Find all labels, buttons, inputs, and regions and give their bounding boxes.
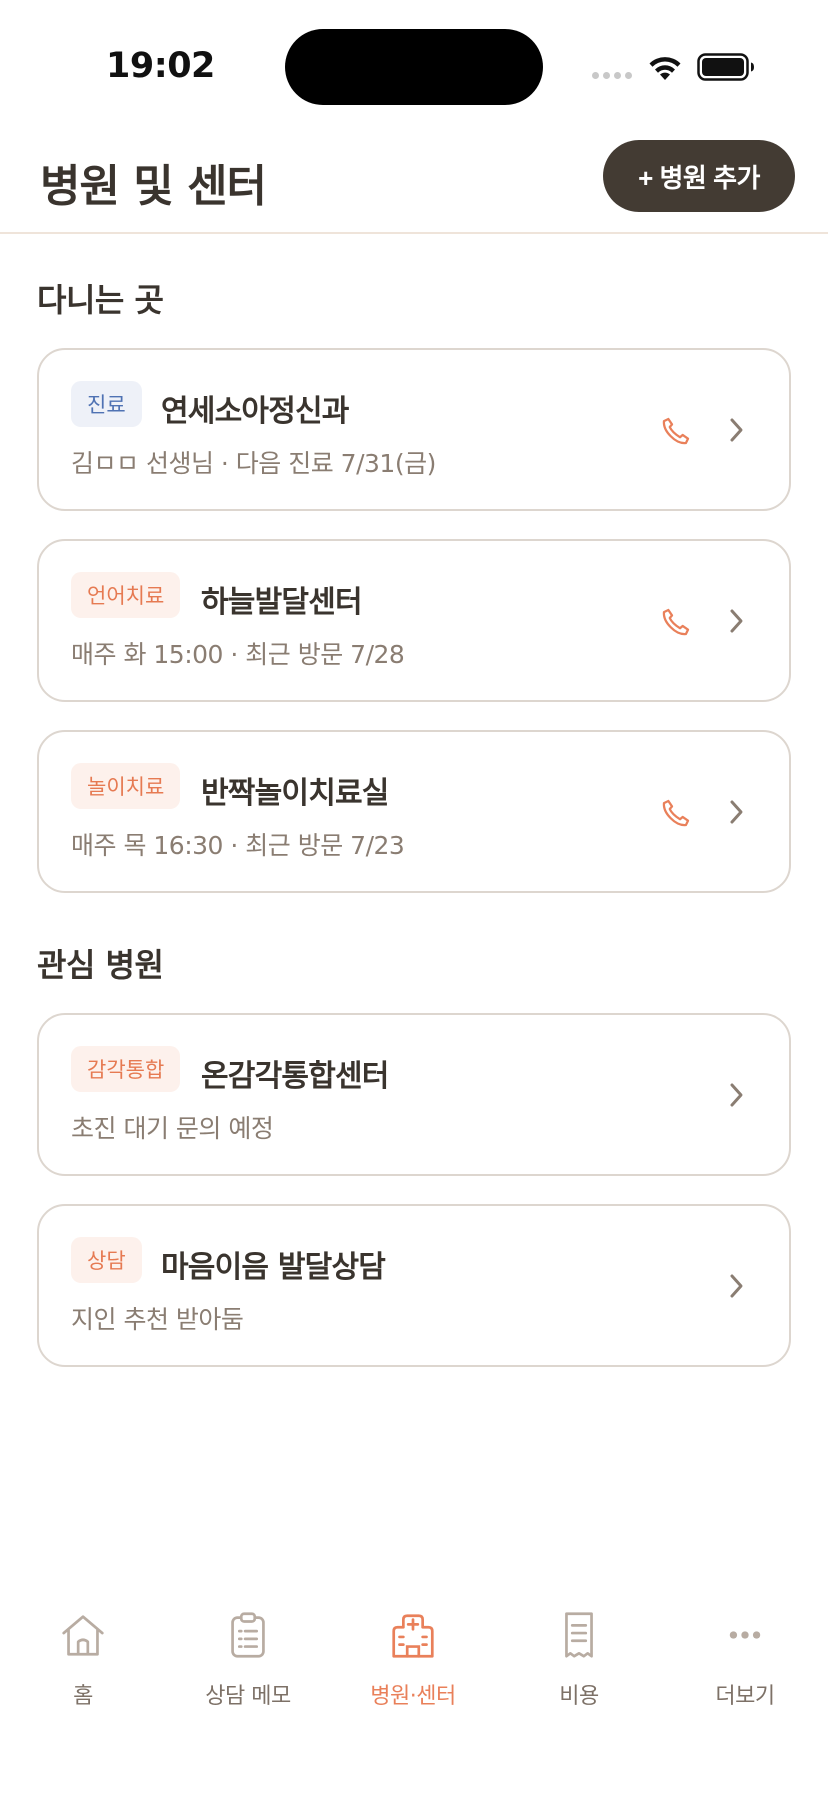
tab-more[interactable]: 더보기 bbox=[675, 1590, 815, 1710]
hospital-name: 온감각통합센터 bbox=[201, 1059, 389, 1094]
hospital-card[interactable]: 감각통합 온감각통합센터 초진 대기 문의 예정 bbox=[37, 1013, 791, 1176]
section-title-current: 다니는 곳 bbox=[37, 281, 164, 319]
tab-label: 홈 bbox=[73, 1684, 93, 1709]
category-tag: 놀이치료 bbox=[71, 763, 181, 809]
more-icon bbox=[729, 1631, 761, 1639]
tab-label: 상담 메모 bbox=[205, 1684, 291, 1709]
category-tag: 상담 bbox=[71, 1237, 142, 1283]
page-title: 병원 및 센터 bbox=[40, 161, 267, 212]
header: 병원 및 센터 + 병원 추가 bbox=[0, 120, 828, 234]
category-tag: 감각통합 bbox=[71, 1046, 181, 1092]
hospital-card[interactable]: 진료 연세소아정신과 김ㅁㅁ 선생님 · 다음 진료 7/31(금) bbox=[37, 348, 791, 511]
hospital-details: 김ㅁㅁ 선생님 · 다음 진료 7/31(금) bbox=[71, 449, 436, 478]
hospital-card[interactable]: 놀이치료 반짝놀이치료실 매주 목 16:30 · 최근 방문 7/23 bbox=[37, 730, 791, 893]
add-hospital-button[interactable]: + 병원 추가 bbox=[603, 140, 795, 212]
hospital-details: 지인 추천 받아둠 bbox=[71, 1305, 244, 1334]
phone-icon[interactable] bbox=[659, 605, 693, 639]
chevron-right-icon bbox=[730, 1274, 743, 1298]
hospital-name: 연세소아정신과 bbox=[161, 394, 349, 429]
phone-icon[interactable] bbox=[659, 414, 693, 448]
tab-label: 비용 bbox=[559, 1684, 599, 1709]
tab-memo[interactable]: 상담 메모 bbox=[178, 1590, 318, 1710]
hospital-name: 하늘발달센터 bbox=[201, 585, 363, 620]
wifi-icon bbox=[649, 57, 681, 80]
hospital-card[interactable]: 언어치료 하늘발달센터 매주 화 15:00 · 최근 방문 7/28 bbox=[37, 539, 791, 702]
home-icon bbox=[62, 1615, 104, 1656]
status-bar: 19:02 bbox=[0, 0, 828, 120]
chevron-right-icon bbox=[730, 609, 743, 633]
cellular-signal-icon bbox=[592, 72, 632, 79]
tab-centers[interactable]: 병원·센터 bbox=[343, 1590, 483, 1710]
battery-icon bbox=[697, 53, 754, 81]
hospital-details: 매주 목 16:30 · 최근 방문 7/23 bbox=[71, 831, 405, 860]
hospital-icon bbox=[392, 1614, 434, 1658]
category-tag: 진료 bbox=[71, 381, 142, 427]
hospital-card[interactable]: 상담 마음이음 발달상담 지인 추천 받아둠 bbox=[37, 1204, 791, 1367]
clipboard-icon bbox=[231, 1612, 265, 1658]
hospital-name: 반짝놀이치료실 bbox=[201, 776, 389, 811]
tab-label: 병원·센터 bbox=[370, 1684, 456, 1709]
tab-cost[interactable]: 비용 bbox=[509, 1590, 649, 1710]
tab-home[interactable]: 홈 bbox=[13, 1590, 153, 1710]
chevron-right-icon bbox=[730, 800, 743, 824]
hospital-details: 매주 화 15:00 · 최근 방문 7/28 bbox=[71, 640, 405, 669]
chevron-right-icon bbox=[730, 418, 743, 442]
tab-bar: 홈 상담 메모 병원·센터 비용 더보기 bbox=[0, 1590, 828, 1800]
section-title-interest: 관심 병원 bbox=[37, 946, 164, 984]
category-tag: 언어치료 bbox=[71, 572, 181, 618]
hospital-details: 초진 대기 문의 예정 bbox=[71, 1114, 274, 1143]
dynamic-island bbox=[285, 29, 543, 105]
hospital-name: 마음이음 발달상담 bbox=[161, 1250, 386, 1285]
chevron-right-icon bbox=[730, 1083, 743, 1107]
receipt-icon bbox=[565, 1612, 593, 1658]
status-time: 19:02 bbox=[106, 46, 215, 86]
tab-label: 더보기 bbox=[715, 1684, 775, 1709]
phone-icon[interactable] bbox=[659, 796, 693, 830]
